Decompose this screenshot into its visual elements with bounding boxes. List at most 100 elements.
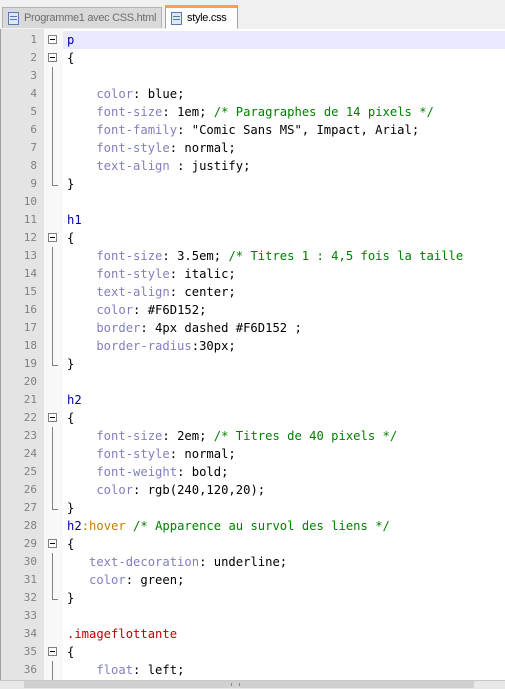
line-number: 9 [30, 177, 37, 190]
code-line[interactable]: 25 font-weight: bold; [1, 463, 505, 481]
code-line[interactable]: 19} [1, 355, 505, 373]
code-line[interactable]: 21 h2 [1, 391, 505, 409]
code-line[interactable]: 33 [1, 607, 505, 625]
fold-line-marker [48, 157, 57, 175]
code-line[interactable]: 31 color: green; [1, 571, 505, 589]
code-text: font-size: 1em; /* Paragraphes de 14 pix… [67, 103, 434, 121]
fold-line-marker [48, 139, 57, 157]
line-number: 32 [23, 591, 37, 604]
line-number: 21 [23, 393, 37, 406]
fold-line-marker [48, 481, 57, 499]
code-line[interactable]: 34 .imageflottante [1, 625, 505, 643]
line-number: 24 [23, 447, 37, 460]
code-text: font-family: "Comic Sans MS", Impact, Ar… [67, 121, 419, 139]
code-token: : "Comic Sans MS", Impact, Arial; [177, 123, 420, 137]
code-token: h2 [67, 393, 82, 407]
line-number: 36 [23, 663, 37, 676]
code-token: : underline; [199, 555, 288, 569]
fold-toggle-icon[interactable] [48, 539, 57, 548]
code-line[interactable]: 15 text-align: center; [1, 283, 505, 301]
code-token: { [67, 645, 75, 659]
code-token: { [67, 411, 75, 425]
code-token: font-size [67, 429, 163, 443]
code-line[interactable]: 1p [1, 31, 505, 49]
tab-css-file[interactable]: style.css [165, 5, 238, 29]
code-token: : 2em; [162, 429, 214, 443]
fold-toggle-icon[interactable] [48, 647, 57, 656]
code-text: text-decoration: underline; [67, 553, 287, 571]
code-line[interactable]: 8 text-align : justify; [1, 157, 505, 175]
code-text: color: green; [67, 571, 184, 589]
code-token: : bold; [177, 465, 229, 479]
code-line[interactable]: 2{ [1, 49, 505, 67]
fold-toggle-icon[interactable] [48, 413, 57, 422]
tab-html-file[interactable]: Programme1 avec CSS.html [2, 7, 162, 28]
code-token: : blue; [133, 87, 185, 101]
code-line[interactable]: 18 border-radius:30px; [1, 337, 505, 355]
code-line[interactable]: 7 font-style: normal; [1, 139, 505, 157]
code-text: { [67, 49, 74, 67]
code-token: /* Titres de 40 pixels */ [213, 429, 398, 443]
code-text: } [67, 175, 74, 193]
fold-line-marker [48, 121, 57, 139]
code-token: : left; [133, 663, 185, 677]
code-line[interactable]: 14 font-style: italic; [1, 265, 505, 283]
code-text: h2 [67, 391, 82, 409]
code-line[interactable]: 3 [1, 67, 505, 85]
code-line[interactable]: 28 h2:hover /* Apparence au survol des li… [1, 517, 505, 535]
code-token: font-size [67, 105, 163, 119]
code-line[interactable]: 27} [1, 499, 505, 517]
code-token: color [67, 573, 126, 587]
line-number: 5 [30, 105, 37, 118]
line-number: 10 [23, 195, 37, 208]
fold-line-marker [48, 67, 57, 85]
fold-line-marker [48, 571, 57, 589]
line-number: 3 [30, 69, 37, 82]
line-number: 28 [23, 519, 37, 532]
fold-toggle-icon[interactable] [48, 35, 57, 44]
code-line[interactable]: 6 font-family: "Comic Sans MS", Impact, … [1, 121, 505, 139]
line-number: 25 [23, 465, 37, 478]
tab-label: Programme1 avec CSS.html [24, 12, 157, 24]
code-line[interactable]: 17 border: 4px dashed #F6D152 ; [1, 319, 505, 337]
scrollbar-thumb[interactable] [24, 681, 474, 688]
fold-toggle-icon[interactable] [48, 233, 57, 242]
code-token: p [67, 33, 75, 47]
code-line[interactable]: 20 [1, 373, 505, 391]
code-token: color [67, 87, 134, 101]
code-editor[interactable]: 1 p 2{3 4 color: blue; 5 font-size: 1em; /* … [0, 29, 505, 680]
code-line[interactable]: 23 font-size: 2em; /* Titres de 40 pixel… [1, 427, 505, 445]
code-line[interactable]: 16 color: #F6D152; [1, 301, 505, 319]
code-line[interactable]: 30 text-decoration: underline; [1, 553, 505, 571]
code-text: { [67, 409, 74, 427]
code-line[interactable]: 10 [1, 193, 505, 211]
code-line[interactable]: 35 { [1, 643, 505, 661]
code-token: float [67, 663, 134, 677]
code-line[interactable]: 13 font-size: 3.5em; /* Titres 1 : 4,5 f… [1, 247, 505, 265]
code-line[interactable]: 24 font-style: normal; [1, 445, 505, 463]
line-number: 8 [30, 159, 37, 172]
code-token: .imageflottante [67, 627, 178, 641]
code-text: p [67, 31, 74, 49]
code-token: /* Apparence au survol des liens */ [125, 519, 390, 533]
fold-line-marker [48, 445, 57, 463]
code-text: } [67, 355, 74, 373]
code-token: { [67, 231, 75, 245]
code-line[interactable]: 22 { [1, 409, 505, 427]
code-line[interactable]: 5 font-size: 1em; /* Paragraphes de 14 p… [1, 103, 505, 121]
code-line[interactable]: 29 { [1, 535, 505, 553]
fold-toggle-icon[interactable] [48, 53, 57, 62]
code-line[interactable]: 11 h1 [1, 211, 505, 229]
code-token: : normal; [169, 447, 236, 461]
code-line[interactable]: 9} [1, 175, 505, 193]
code-text: font-size: 2em; /* Titres de 40 pixels *… [67, 427, 397, 445]
code-line[interactable]: 12 { [1, 229, 505, 247]
code-text: border: 4px dashed #F6D152 ; [67, 319, 301, 337]
code-text: { [67, 535, 74, 553]
code-line[interactable]: 4 color: blue; [1, 85, 505, 103]
code-line[interactable]: 36 float: left; [1, 661, 505, 679]
code-line[interactable]: 32} [1, 589, 505, 607]
fold-line-marker [48, 589, 58, 605]
code-token: : justify; [169, 159, 251, 173]
code-line[interactable]: 26 color: rgb(240,120,20); [1, 481, 505, 499]
